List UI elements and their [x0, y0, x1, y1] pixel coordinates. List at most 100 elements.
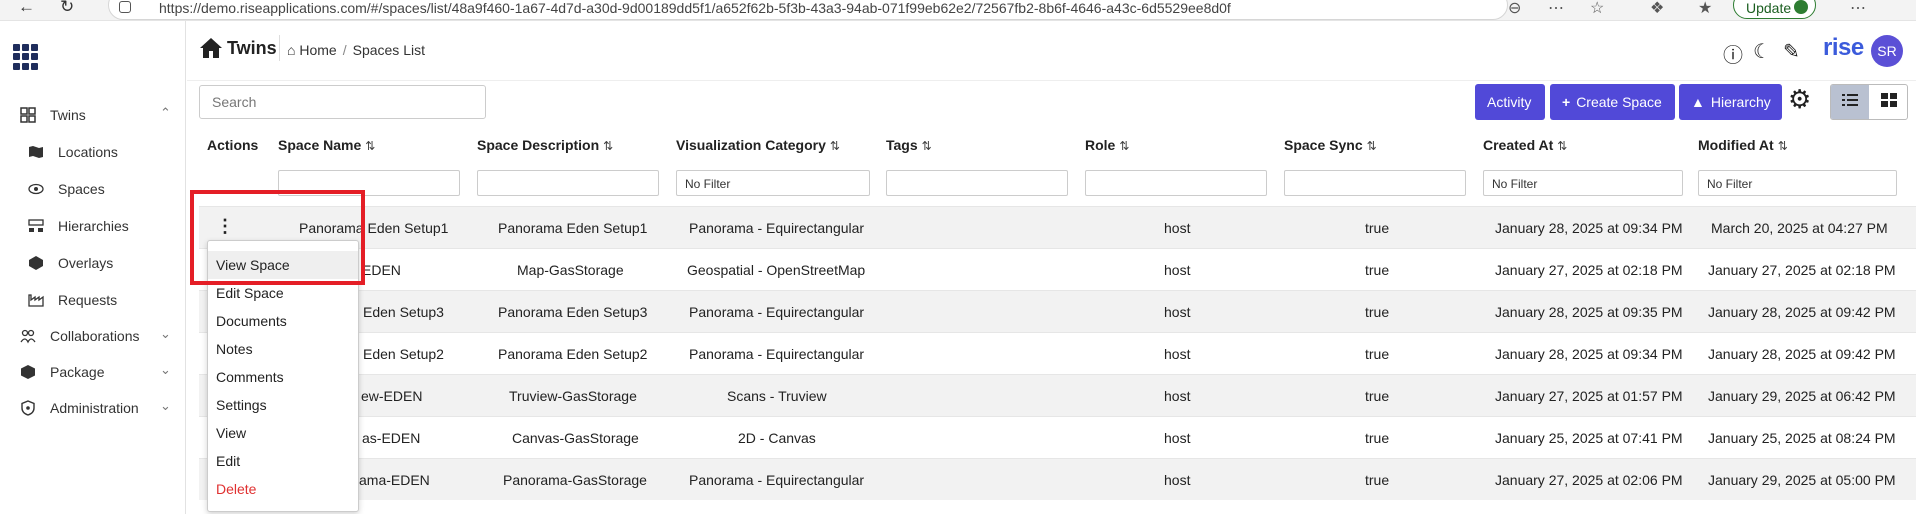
sidebar-item-spaces[interactable]: Spaces	[0, 175, 186, 203]
table-row[interactable]: ew-EDEN Truview-GasStorage Scans - Truvi…	[199, 374, 1916, 416]
grid-icon	[20, 107, 36, 123]
sidebar-item-twins[interactable]: Twins ⌃	[0, 101, 186, 129]
space-name-cell[interactable]: Eden Setup3	[363, 304, 444, 320]
update-label: Update	[1746, 0, 1792, 16]
space-sync-filter[interactable]	[1284, 170, 1466, 196]
space-description-cell: Panorama Eden Setup3	[498, 304, 648, 320]
column-header-created-at[interactable]: Created At ⇅	[1483, 137, 1567, 153]
modified-at-cell: January 25, 2025 at 08:24 PM	[1708, 430, 1896, 446]
table-row[interactable]: Eden Setup3 Panorama Eden Setup3 Panoram…	[199, 290, 1916, 332]
column-header-role[interactable]: Role ⇅	[1085, 137, 1129, 153]
sidebar-item-label: Collaborations	[50, 328, 140, 344]
breadcrumb-home-icon[interactable]: ⌂	[287, 42, 295, 58]
table-row[interactable]: EDEN Map-GasStorage Geospatial - OpenStr…	[199, 248, 1916, 290]
create-space-label: Create Space	[1576, 94, 1662, 110]
space-name-cell[interactable]: ama-EDEN	[359, 472, 430, 488]
menu-item-edit[interactable]: Edit	[208, 447, 358, 475]
home-icon[interactable]	[199, 37, 223, 59]
avatar[interactable]: SR	[1871, 35, 1903, 67]
created-at-filter[interactable]: No Filter	[1483, 170, 1683, 196]
favorite-star-icon[interactable]: ☆	[1590, 0, 1604, 18]
space-sync-cell: true	[1365, 220, 1390, 236]
shield-icon	[21, 400, 35, 416]
sidebar-item-hierarchies[interactable]: Hierarchies	[0, 212, 186, 240]
table-row[interactable]: Eden Setup2 Panorama Eden Setup2 Panoram…	[199, 332, 1916, 374]
view-toggle	[1830, 84, 1908, 120]
back-icon[interactable]: ←	[18, 0, 35, 17]
zoom-out-icon[interactable]: ⊖	[1508, 0, 1521, 18]
column-header-space-description[interactable]: Space Description ⇅	[477, 137, 613, 153]
chevron-down-icon[interactable]: ⌄	[160, 326, 171, 342]
created-at-cell: January 27, 2025 at 02:18 PM	[1495, 262, 1683, 278]
space-sync-cell: true	[1365, 430, 1390, 446]
space-description-filter[interactable]	[477, 170, 659, 196]
table-row[interactable]: as-EDEN Canvas-GasStorage 2D - Canvas ho…	[199, 416, 1916, 458]
table-row[interactable]: Panorama Eden Setup1 Panorama Eden Setup…	[199, 206, 1916, 248]
role-filter[interactable]	[1085, 170, 1267, 196]
sidebar-item-collaborations[interactable]: Collaborations ⌄	[0, 322, 186, 350]
help-icon[interactable]: ⓘ	[1723, 39, 1743, 68]
extensions-icon[interactable]: ❖	[1650, 0, 1664, 18]
more-actions-icon[interactable]: ⋯	[1548, 0, 1564, 18]
space-name-cell[interactable]: ew-EDEN	[361, 388, 422, 404]
visualization-category-cell: Panorama - Equirectangular	[689, 346, 865, 362]
visualization-category-cell: Scans - Truview	[727, 388, 827, 404]
column-header-visualization-category[interactable]: Visualization Category ⇅	[676, 137, 840, 153]
factory-icon	[28, 294, 44, 307]
menu-item-notes[interactable]: Notes	[208, 335, 358, 363]
sidebar-item-package[interactable]: Package ⌄	[0, 358, 186, 386]
breadcrumb-home[interactable]: Home	[299, 42, 336, 58]
people-icon	[20, 329, 36, 344]
chevron-up-icon[interactable]: ⌃	[160, 105, 171, 121]
sidebar-item-overlays[interactable]: Overlays	[0, 249, 186, 277]
column-header-modified-at[interactable]: Modified At ⇅	[1698, 137, 1788, 153]
column-header-space-name[interactable]: Space Name ⇅	[278, 137, 375, 153]
dark-mode-moon-icon[interactable]: ☾	[1753, 39, 1771, 64]
space-sync-cell: true	[1365, 472, 1390, 488]
list-view-button[interactable]	[1831, 85, 1869, 119]
browser-update-button[interactable]: Update	[1733, 0, 1816, 19]
address-bar[interactable]: https://demo.riseapplications.com/#/spac…	[108, 0, 1508, 20]
settings-gear-icon[interactable]: ⚙	[1788, 84, 1811, 115]
chevron-down-icon[interactable]: ⌄	[160, 362, 171, 378]
visualization-category-cell: Panorama - Equirectangular	[689, 304, 865, 320]
hierarchy-button[interactable]: ▲ Hierarchy	[1679, 84, 1782, 120]
sidebar-item-requests[interactable]: Requests	[0, 286, 186, 314]
space-name-cell[interactable]: EDEN	[362, 262, 401, 278]
grid-view-button[interactable]	[1870, 85, 1907, 119]
sort-icon: ⇅	[603, 139, 614, 153]
tags-filter[interactable]	[886, 170, 1068, 196]
space-sync-cell: true	[1365, 304, 1390, 320]
create-space-button[interactable]: + Create Space	[1550, 84, 1675, 120]
chevron-down-icon[interactable]: ⌄	[160, 398, 171, 414]
reload-icon[interactable]: ↻	[60, 0, 74, 17]
space-name-cell[interactable]: as-EDEN	[362, 430, 420, 446]
sidebar-item-label: Requests	[58, 292, 118, 308]
column-header-tags[interactable]: Tags ⇅	[886, 137, 932, 153]
role-cell: host	[1164, 346, 1191, 362]
activity-button[interactable]: Activity	[1475, 84, 1545, 120]
favorites-list-icon[interactable]: ★	[1698, 0, 1712, 18]
menu-item-view[interactable]: View	[208, 419, 358, 447]
eye-icon	[28, 183, 44, 195]
sidebar-item-label: Locations	[58, 144, 118, 160]
menu-item-comments[interactable]: Comments	[208, 363, 358, 391]
menu-item-delete[interactable]: Delete	[208, 475, 358, 503]
space-name-cell[interactable]: Eden Setup2	[363, 346, 444, 362]
brand-logo[interactable]: rise	[1823, 34, 1864, 62]
role-cell: host	[1164, 430, 1191, 446]
sort-icon: ⇅	[829, 139, 840, 153]
column-header-space-sync[interactable]: Space Sync ⇅	[1284, 137, 1377, 153]
modified-at-filter[interactable]: No Filter	[1698, 170, 1897, 196]
menu-item-documents[interactable]: Documents	[208, 307, 358, 335]
table-row[interactable]: ama-EDEN Panorama-GasStorage Panorama - …	[199, 458, 1916, 500]
browser-menu-icon[interactable]: ⋯	[1850, 0, 1866, 18]
visualization-category-filter[interactable]: No Filter	[676, 170, 870, 196]
sidebar-item-administration[interactable]: Administration ⌄	[0, 394, 186, 422]
menu-item-settings[interactable]: Settings	[208, 391, 358, 419]
search-input[interactable]	[199, 85, 486, 119]
visualization-category-cell: Panorama - Equirectangular	[689, 472, 865, 488]
sidebar-item-locations[interactable]: Locations	[0, 138, 186, 166]
edit-pencil-icon[interactable]: ✎	[1783, 39, 1800, 64]
app-launcher-icon[interactable]	[13, 44, 39, 70]
